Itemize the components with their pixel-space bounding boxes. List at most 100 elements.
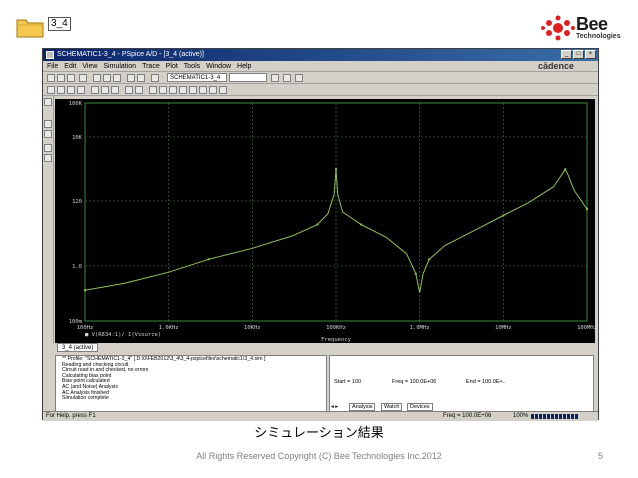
x-tick-label: 100MHz (577, 325, 595, 331)
save-icon[interactable] (67, 74, 75, 82)
zoom-out-icon[interactable] (57, 86, 65, 94)
trace-marker (316, 223, 319, 226)
add-trace-icon[interactable] (125, 86, 133, 94)
main-toolbar (43, 72, 598, 84)
menu-simulation[interactable]: Simulation (103, 63, 136, 70)
profile-select[interactable]: SCHEMATIC1-3_4 (167, 73, 227, 82)
x-tick-label: 10MHz (495, 325, 512, 331)
performance-icon[interactable] (111, 86, 119, 94)
label-icon[interactable] (219, 86, 227, 94)
y-tick-label: 1.0 (72, 264, 82, 270)
x-tick-label: 1.0MHz (410, 325, 430, 331)
menu-edit[interactable]: Edit (64, 63, 76, 70)
peak-icon[interactable] (159, 86, 167, 94)
output-line: Simulation complete (62, 395, 109, 402)
stop-icon[interactable] (295, 74, 303, 82)
log-x-icon[interactable] (91, 86, 99, 94)
progress-cell (567, 414, 570, 419)
menu-view[interactable]: View (82, 63, 97, 70)
progress-cell (559, 414, 562, 419)
y-tick-label: 10K (72, 135, 83, 141)
status-help: For Help, press F1 (46, 413, 96, 419)
output-window-icon[interactable] (44, 120, 52, 128)
trace-marker (586, 208, 588, 211)
paste-icon[interactable] (113, 74, 121, 82)
window-titlebar[interactable]: SCHEMATIC1-3_4 - PSpice A/D - [3_4 (acti… (43, 49, 598, 61)
folder-label[interactable]: 3_4 (48, 17, 71, 31)
zoom-in-icon[interactable] (47, 86, 55, 94)
maximize-button[interactable]: □ (573, 50, 584, 59)
folder-icon (16, 19, 44, 38)
print-icon[interactable] (79, 74, 87, 82)
trace-marker (564, 168, 567, 171)
logo-subtitle: Technologies (576, 33, 621, 40)
progress-cell (535, 414, 538, 419)
x-tick-label: 1.0KHz (159, 325, 179, 331)
slide-caption: シミュレーション結果 (254, 425, 384, 440)
trace-marker (207, 258, 210, 261)
menubar: File Edit View Simulation Trace Plot Too… (43, 61, 598, 72)
trace-marker (335, 168, 337, 171)
profile-combo[interactable] (229, 73, 267, 82)
x-tick-label: 100KHz (326, 325, 346, 331)
copy-icon[interactable] (103, 74, 111, 82)
pspice-window: SCHEMATIC1-3_4 - PSpice A/D - [3_4 (acti… (42, 48, 599, 421)
probe-plot[interactable]: 100Hz 1.0KHz 10KHz 100KHz 1.0MHz 10MHz 100MHz 1… (55, 99, 595, 343)
simulation-status-icon[interactable] (44, 130, 52, 138)
min-icon[interactable] (189, 86, 197, 94)
probe-plot-svg: 100Hz 1.0KHz 10KHz 100KHz 1.0MHz 10MHz 100MHz 1… (69, 101, 595, 343)
open-icon[interactable] (57, 74, 65, 82)
progress-cell (543, 414, 546, 419)
progress-cell (555, 414, 558, 419)
zoom-area-icon[interactable] (67, 86, 75, 94)
menu-file[interactable]: File (47, 63, 58, 70)
logo-brand: Bee (576, 14, 608, 34)
cadence-logo: cādence (537, 61, 574, 71)
page-number: 5 (598, 451, 604, 461)
progress-cell (563, 414, 566, 419)
trough-icon[interactable] (169, 86, 177, 94)
new-icon[interactable] (47, 74, 55, 82)
watch-icon[interactable] (44, 144, 52, 152)
cut-icon[interactable] (93, 74, 101, 82)
sim-end: End = 100.0E+.. (466, 379, 506, 385)
tab-devices[interactable]: Devices (407, 403, 433, 411)
app-icon (46, 51, 54, 59)
progress-cell (571, 414, 574, 419)
tab-analysis[interactable]: Analysis (349, 403, 376, 411)
slope-icon[interactable] (179, 86, 187, 94)
status-freq: Freq = 100.0E+06 (443, 413, 492, 419)
menu-plot[interactable]: Plot (166, 63, 178, 70)
eval-icon[interactable] (135, 86, 143, 94)
toggle-icon[interactable] (44, 98, 52, 106)
fft-icon[interactable] (101, 86, 109, 94)
menu-help[interactable]: Help (237, 63, 251, 70)
progress-bar (531, 414, 581, 419)
point-icon[interactable] (209, 86, 217, 94)
trace-marker (360, 223, 363, 226)
max-icon[interactable] (199, 86, 207, 94)
profile-icon[interactable] (151, 74, 159, 82)
left-toolbar (43, 96, 54, 344)
output-window[interactable]: ** Profile: "SCHEMATIC1-3_4" [ D:\0\FEB2… (55, 355, 327, 413)
close-button[interactable]: × (585, 50, 596, 59)
devices-icon[interactable] (44, 154, 52, 162)
tab-watch[interactable]: Watch (381, 403, 403, 411)
undo-icon[interactable] (127, 74, 135, 82)
y-tick-label: 100m (69, 319, 83, 325)
minimize-button[interactable]: _ (561, 50, 572, 59)
zoom-fit-icon[interactable] (77, 86, 85, 94)
statusbar: For Help, press F1 Freq = 100.0E+06 100% (43, 411, 598, 421)
progress-cell (539, 414, 542, 419)
x-tick-label: 100Hz (77, 325, 94, 331)
menu-window[interactable]: Window (206, 63, 231, 70)
redo-icon[interactable] (137, 74, 145, 82)
pause-icon[interactable] (283, 74, 291, 82)
cursor-icon[interactable] (149, 86, 157, 94)
menu-trace[interactable]: Trace (142, 63, 160, 70)
window-title: SCHEMATIC1-3_4 - PSpice A/D - [3_4 (acti… (57, 51, 204, 58)
progress-cell (547, 414, 550, 419)
run-icon[interactable] (271, 74, 279, 82)
tab-3-4-active[interactable]: 3_4 (active) (57, 343, 99, 352)
menu-tools[interactable]: Tools (184, 63, 200, 70)
